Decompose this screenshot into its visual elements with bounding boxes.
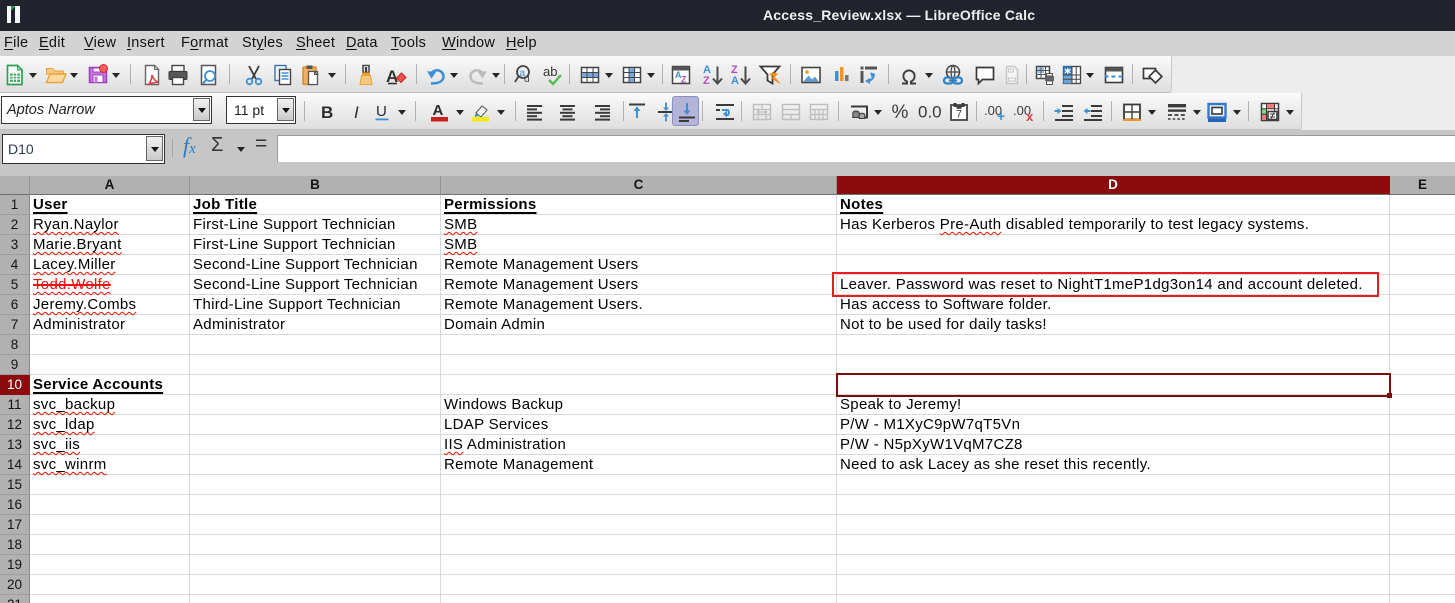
svg-text:7: 7 [956,109,962,121]
svg-text:ab: ab [543,64,557,79]
svg-text:A: A [731,75,739,87]
svg-text:I: I [354,103,359,122]
svg-text:0.0: 0.0 [918,103,941,122]
svg-text:Z: Z [681,75,687,85]
svg-text:B: B [321,103,333,122]
svg-text:%: % [892,102,909,123]
svg-text:A: A [433,102,444,119]
svg-text:Z: Z [703,75,710,87]
svg-text:d: d [524,74,530,85]
svg-text:+: + [997,108,1005,124]
svg-text:x: x [1026,109,1034,124]
svg-text:U: U [376,103,387,120]
